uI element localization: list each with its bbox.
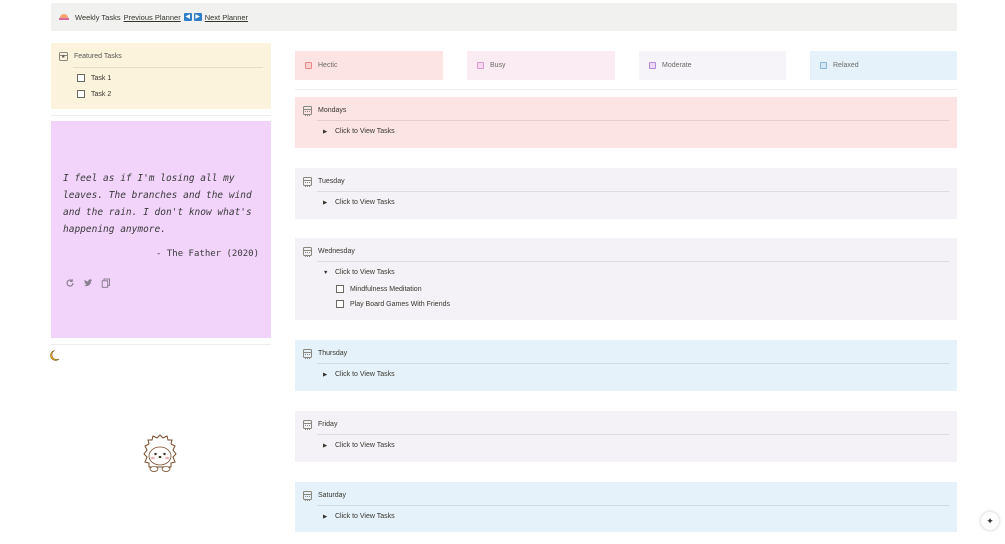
- divider: [317, 505, 949, 506]
- twitter-icon[interactable]: [83, 278, 93, 288]
- day-heading: Friday: [303, 420, 338, 430]
- header-bar: Weekly Tasks Previous Planner ◀ ▶ Next P…: [51, 3, 957, 31]
- calendar-icon: [303, 491, 312, 501]
- toggle-view-tasks[interactable]: ▶ Click to View Tasks: [323, 513, 395, 520]
- quote-author: - The Father (2020): [156, 249, 259, 259]
- day-heading: Wednesday: [303, 247, 355, 257]
- day-callout-monday: Mondays ▶ Click to View Tasks: [295, 97, 957, 148]
- day-callout-thursday: Thursday ▶ Click to View Tasks: [295, 340, 957, 391]
- arrow-right-icon[interactable]: ▶: [193, 13, 202, 21]
- divider: [317, 434, 949, 435]
- day-title: Wednesday: [318, 248, 355, 255]
- sparkle-icon[interactable]: ✦: [981, 512, 999, 530]
- list-item[interactable]: Play Board Games With Friends: [336, 300, 450, 308]
- arrow-left-icon[interactable]: ◀: [183, 13, 192, 21]
- color-swatch: [649, 62, 656, 69]
- day-title: Saturday: [318, 492, 347, 499]
- toggle-label: Click to View Tasks: [335, 269, 395, 276]
- day-callout-friday: Friday ▶ Click to View Tasks: [295, 411, 957, 462]
- triangle-right-icon[interactable]: ▶: [323, 514, 328, 520]
- divider: [317, 261, 949, 262]
- toggle-label: Click to View Tasks: [335, 199, 395, 206]
- calendar-icon: [303, 247, 312, 257]
- divider: [317, 363, 949, 364]
- legend-busy: Busy: [467, 51, 615, 80]
- divider: [295, 89, 957, 90]
- legend-label: Busy: [490, 62, 506, 69]
- task-label: Play Board Games With Friends: [350, 300, 450, 308]
- legend-relaxed: Relaxed: [810, 51, 957, 80]
- checkbox[interactable]: [77, 74, 85, 82]
- divider: [73, 67, 263, 68]
- previous-planner-link[interactable]: Previous Planner: [124, 13, 181, 22]
- divider: [317, 120, 949, 121]
- legend-label: Relaxed: [833, 62, 859, 69]
- legend-hectic: Hectic: [295, 51, 443, 80]
- day-title: Thursday: [318, 350, 348, 357]
- color-swatch: [477, 62, 484, 69]
- day-heading: Tuesday: [303, 177, 345, 187]
- checkbox[interactable]: [77, 90, 85, 98]
- triangle-right-icon[interactable]: ▶: [323, 129, 328, 135]
- day-title: Tuesday: [318, 178, 345, 185]
- cake-icon: [59, 13, 69, 21]
- day-callout-saturday: Saturday ▶ Click to View Tasks: [295, 482, 957, 532]
- list-item[interactable]: Mindfulness Meditation: [336, 285, 422, 293]
- calendar-icon: [303, 177, 312, 187]
- calendar-icon: [303, 349, 312, 359]
- day-callout-wednesday: Wednesday ▼ Click to View Tasks Mindfuln…: [295, 238, 957, 320]
- next-planner-link[interactable]: Next Planner: [205, 13, 248, 22]
- task-label: Task 2: [91, 90, 112, 98]
- triangle-down-icon[interactable]: ▼: [323, 270, 328, 276]
- page-title: Weekly Tasks: [75, 12, 121, 22]
- color-swatch: [305, 62, 312, 69]
- toggle-label: Click to View Tasks: [335, 128, 395, 135]
- task-label: Mindfulness Meditation: [350, 285, 422, 293]
- day-title: Friday: [318, 421, 338, 428]
- legend-label: Hectic: [318, 62, 338, 69]
- quote-text: I feel as if I'm losing all my leaves. T…: [63, 173, 252, 235]
- featured-tasks-heading: Featured Tasks: [59, 52, 122, 61]
- toggle-label: Click to View Tasks: [335, 442, 395, 449]
- day-callout-tuesday: Tuesday ▶ Click to View Tasks: [295, 168, 957, 219]
- color-swatch: [820, 62, 827, 69]
- toggle-view-tasks[interactable]: ▼ Click to View Tasks: [323, 269, 395, 276]
- calendar-icon: [303, 420, 312, 430]
- legend-moderate: Moderate: [639, 51, 786, 80]
- checkbox[interactable]: [336, 285, 344, 293]
- toggle-label: Click to View Tasks: [335, 513, 395, 520]
- day-title: Mondays: [318, 107, 347, 114]
- crescent-moon-icon: [50, 350, 60, 361]
- divider: [317, 191, 949, 192]
- featured-tasks-callout: Featured Tasks Task 1 Task 2: [51, 43, 271, 109]
- refresh-icon[interactable]: [65, 278, 75, 288]
- list-item[interactable]: Task 1: [77, 74, 111, 82]
- day-heading: Thursday: [303, 349, 348, 359]
- copy-icon[interactable]: [101, 278, 111, 288]
- quote-actions: [65, 278, 111, 288]
- triangle-right-icon[interactable]: ▶: [323, 372, 328, 378]
- day-heading: Saturday: [303, 491, 347, 501]
- list-item[interactable]: Task 2: [77, 90, 111, 98]
- triangle-right-icon[interactable]: ▶: [323, 443, 328, 449]
- triangle-right-icon[interactable]: ▶: [323, 200, 328, 206]
- divider: [51, 344, 271, 345]
- divider: [51, 115, 271, 116]
- featured-tasks-title: Featured Tasks: [74, 53, 122, 60]
- quote-widget: I feel as if I'm losing all my leaves. T…: [51, 121, 271, 338]
- toggle-view-tasks[interactable]: ▶ Click to View Tasks: [323, 199, 395, 206]
- legend-label: Moderate: [662, 62, 692, 69]
- toggle-label: Click to View Tasks: [335, 371, 395, 378]
- checkbox[interactable]: [336, 300, 344, 308]
- toggle-view-tasks[interactable]: ▶ Click to View Tasks: [323, 128, 395, 135]
- day-heading: Mondays: [303, 106, 347, 116]
- toggle-view-tasks[interactable]: ▶ Click to View Tasks: [323, 442, 395, 449]
- toggle-view-tasks[interactable]: ▶ Click to View Tasks: [323, 371, 395, 378]
- task-label: Task 1: [91, 74, 112, 82]
- calendar-star-icon: [59, 52, 68, 61]
- hedgehog-icon: [143, 434, 177, 472]
- calendar-icon: [303, 106, 312, 116]
